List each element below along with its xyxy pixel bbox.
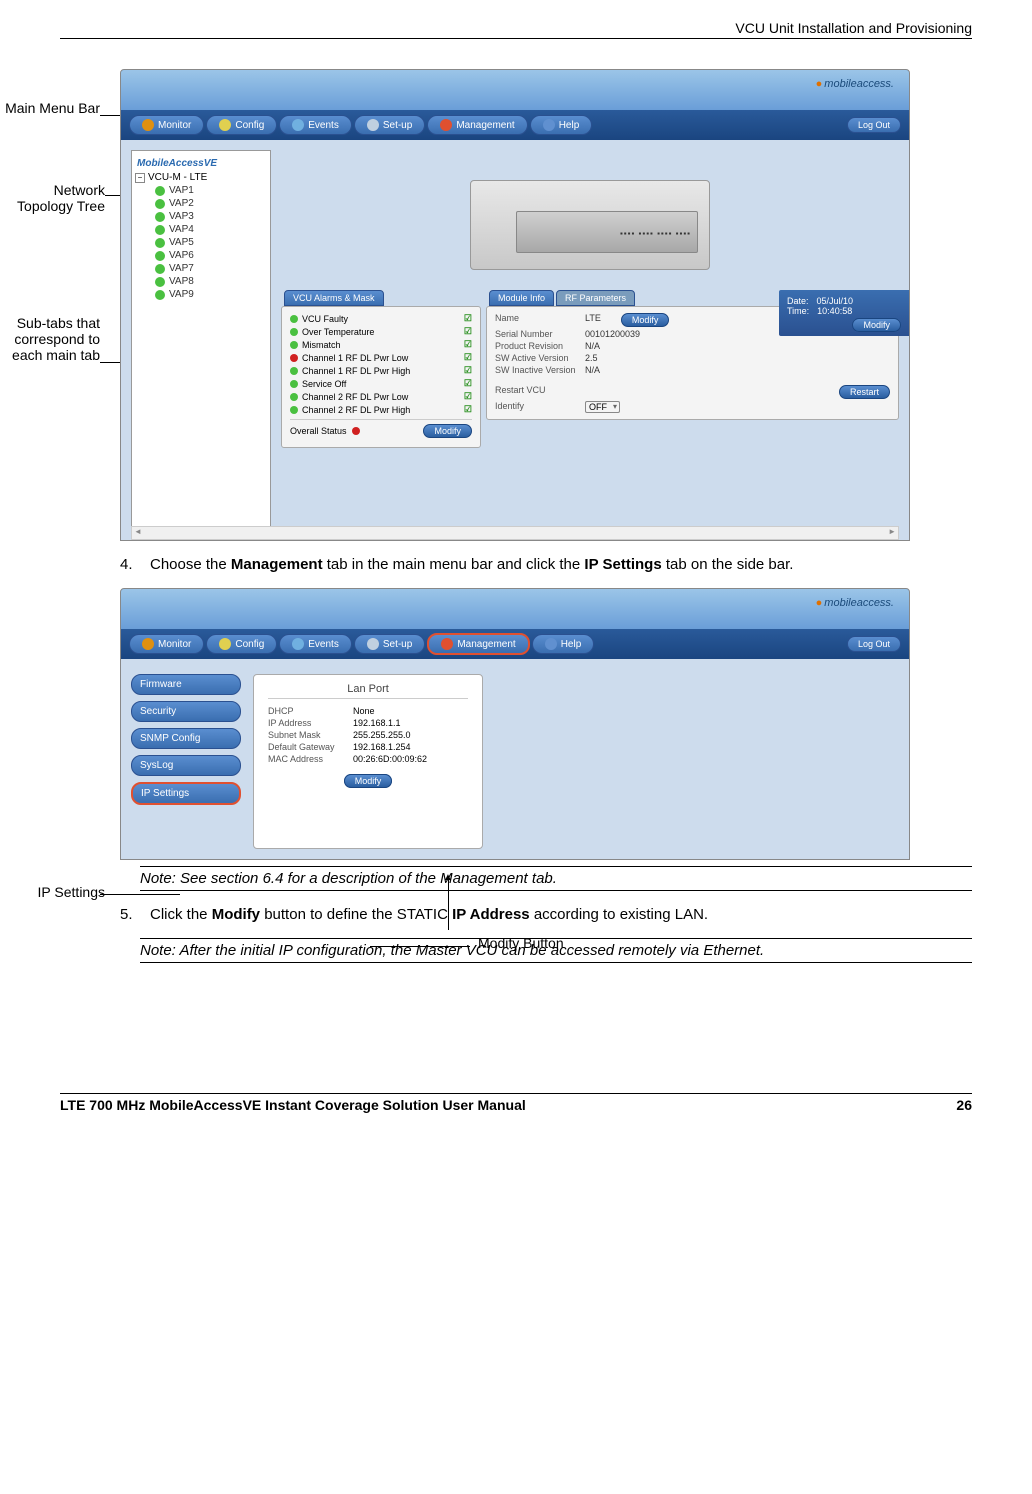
modify-ip-button[interactable]: Modify [344,774,393,788]
modify-name-button[interactable]: Modify [621,313,670,327]
tree-vap1[interactable]: VAP1 [135,184,267,197]
config-icon [219,119,231,131]
restart-button[interactable]: Restart [839,385,890,399]
modify-alarms-button[interactable]: Modify [423,424,472,438]
tab-monitor[interactable]: Monitor [129,115,204,135]
tree-vap9[interactable]: VAP9 [135,288,267,301]
topology-tree: MobileAccessVE −VCU-M - LTE VAP1 VAP2 VA… [131,150,271,530]
page-footer: LTE 700 MHz MobileAccessVE Instant Cover… [60,1093,972,1113]
management-icon [440,119,452,131]
tree-vap6[interactable]: VAP6 [135,249,267,262]
screenshot-2: mobileaccess. Monitor Config Events Set-… [120,588,910,860]
setup-icon [367,119,379,131]
tab-events[interactable]: Events [279,115,352,135]
tree-vap2[interactable]: VAP2 [135,197,267,210]
identify-select[interactable]: OFF [585,401,620,413]
datetime-panel: Date:05/Jul/10 Time:10:40:58 Modify [779,290,909,336]
tree-header: MobileAccessVE [135,156,267,171]
step-4: 4. Choose the Management tab in the main… [120,556,972,573]
tree-vap8[interactable]: VAP8 [135,275,267,288]
note-1: Note: See section 6.4 for a description … [140,866,972,891]
sidebar-ip-settings[interactable]: IP Settings [131,782,241,805]
subtab-module-info[interactable]: Module Info [489,290,554,306]
main-menu-bar: Monitor Config Events Set-up Management … [121,110,909,140]
tab-management-2[interactable]: Management [427,633,529,655]
device-image [470,180,710,270]
page-header: VCU Unit Installation and Provisioning [60,20,972,39]
monitor-icon [142,119,154,131]
tab-management[interactable]: Management [427,115,527,135]
tab-config[interactable]: Config [206,115,277,135]
logo-text: mobileaccess. [816,78,894,90]
tree-vap3[interactable]: VAP3 [135,210,267,223]
tree-vap5[interactable]: VAP5 [135,236,267,249]
tab-monitor-2[interactable]: Monitor [129,634,204,654]
subtab-rf[interactable]: RF Parameters [556,290,635,306]
sidebar-security[interactable]: Security [131,701,241,722]
callout-topology: Network Topology Tree [0,182,105,214]
sidebar-snmp[interactable]: SNMP Config [131,728,241,749]
sidebar-syslog[interactable]: SysLog [131,755,241,776]
tree-root[interactable]: −VCU-M - LTE [135,171,267,184]
tree-vap7[interactable]: VAP7 [135,262,267,275]
alarm-row: VCU Faulty☑ [290,312,472,325]
callout-modify-button: Modify Button [478,935,564,951]
callout-main-menu: Main Menu Bar [0,100,100,116]
screenshot-1: mobileaccess. Monitor Config Events Set-… [120,69,910,541]
logout-button[interactable]: Log Out [847,117,901,133]
callout-ip-settings: IP Settings [5,884,105,900]
subtab-alarms[interactable]: VCU Alarms & Mask [284,290,384,306]
help-icon [543,119,555,131]
tree-vap4[interactable]: VAP4 [135,223,267,236]
events-icon [292,119,304,131]
tab-help[interactable]: Help [530,115,593,135]
step-5: 5. Click the Modify button to define the… [120,906,972,923]
modify-datetime-button[interactable]: Modify [852,318,901,332]
callout-subtabs: Sub-tabs that correspond to each main ta… [0,315,100,363]
lan-port-panel: Lan Port DHCPNone IP Address192.168.1.1 … [253,674,483,849]
management-sidebar: Firmware Security SNMP Config SysLog IP … [131,674,241,849]
sidebar-firmware[interactable]: Firmware [131,674,241,695]
tab-setup[interactable]: Set-up [354,115,425,135]
